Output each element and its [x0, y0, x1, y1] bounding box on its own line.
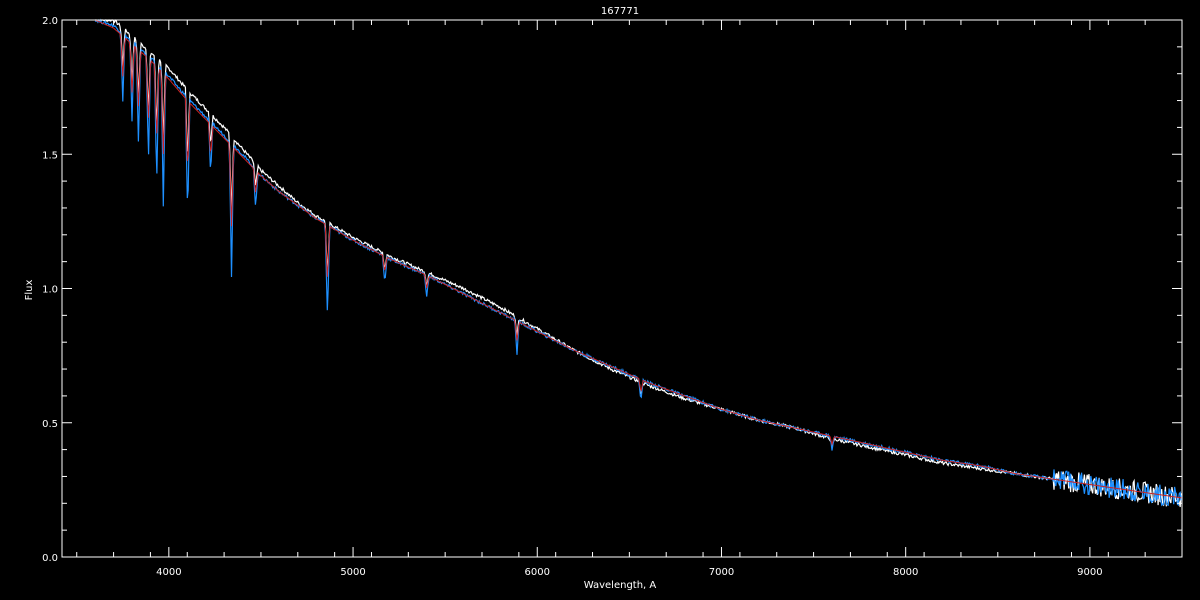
x-tick-label: 9000 — [1077, 567, 1102, 578]
x-axis-ticks: 4000 5000 6000 7000 8000 9000 — [76, 20, 1183, 578]
y-tick-label: 1.5 — [42, 150, 58, 161]
x-tick-label: 8000 — [893, 567, 918, 578]
x-tick-label: 5000 — [340, 567, 365, 578]
series-layer — [94, 18, 1183, 508]
x-tick-label: 6000 — [525, 567, 550, 578]
y-tick-label: 1.0 — [42, 285, 58, 296]
y-tick-label: 0.0 — [42, 553, 58, 564]
x-axis-label: Wavelength, A — [584, 580, 657, 591]
series-line-1 — [94, 18, 1183, 507]
x-tick-label: 7000 — [709, 567, 734, 578]
y-axis-ticks: 0.0 0.5 1.0 1.5 2.0 — [42, 16, 1182, 564]
x-tick-label: 4000 — [156, 567, 181, 578]
chart-title: 167771 — [601, 6, 639, 17]
y-tick-label: 0.5 — [42, 419, 58, 430]
plot-frame — [61, 19, 1183, 558]
y-tick-label: 2.0 — [42, 16, 58, 27]
series-line-0 — [95, 19, 1183, 508]
y-axis-label: Flux — [24, 280, 35, 301]
series-line-2 — [94, 19, 1183, 499]
spectrum-chart: 167771 4000 5000 6000 7000 8000 9000 0.0 0.5 1.… — [24, 6, 1183, 591]
